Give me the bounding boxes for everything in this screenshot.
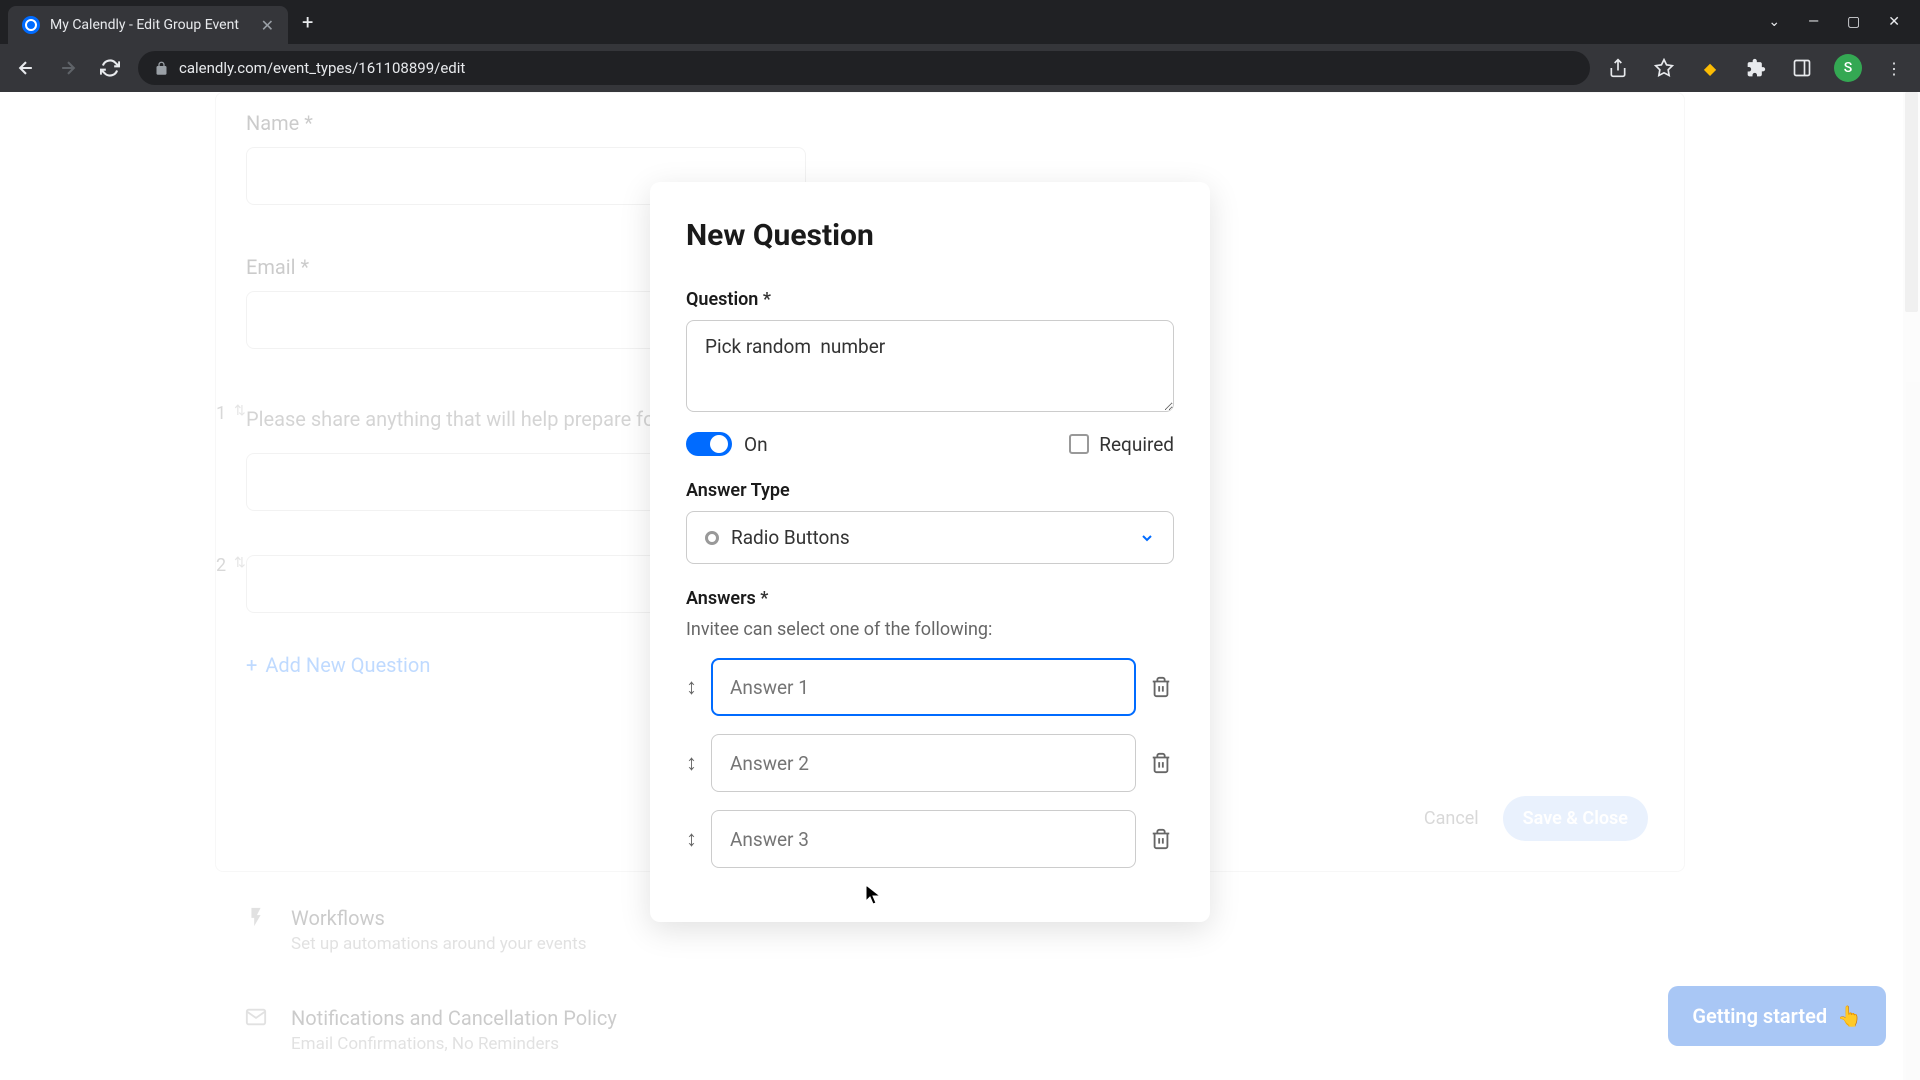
answer-input-1[interactable] — [711, 658, 1136, 716]
profile-avatar[interactable]: S — [1834, 54, 1862, 82]
browser-nav-bar: calendly.com/event_types/161108899/edit … — [0, 44, 1920, 92]
question-textarea[interactable] — [686, 320, 1174, 412]
answer-type-value: Radio Buttons — [731, 526, 1127, 549]
toggle-row: On Required — [686, 432, 1174, 456]
pointer-icon: 👆 — [1837, 1004, 1862, 1028]
answer-type-label: Answer Type — [686, 480, 1174, 501]
answer-input-3[interactable] — [711, 810, 1136, 868]
answers-helper-text: Invitee can select one of the following: — [686, 619, 1174, 640]
calendly-favicon — [22, 16, 40, 34]
modal-title: New Question — [686, 218, 1174, 253]
drag-handle-icon[interactable]: ↕ — [686, 674, 697, 700]
answers-label: Answers * — [686, 588, 1174, 609]
chevron-down-icon — [1139, 530, 1155, 546]
answer-input-2[interactable] — [711, 734, 1136, 792]
share-icon[interactable] — [1604, 54, 1632, 82]
drag-handle-icon[interactable]: ↕ — [686, 750, 697, 776]
url-text: calendly.com/event_types/161108899/edit — [179, 59, 465, 77]
maximize-icon[interactable]: ▢ — [1847, 14, 1860, 30]
page-content: Name * Email * 1 ⇅ Please share anything… — [0, 92, 1920, 1080]
drag-handle-icon[interactable]: ↕ — [686, 826, 697, 852]
url-bar[interactable]: calendly.com/event_types/161108899/edit — [138, 51, 1590, 85]
minimize-icon[interactable]: — — [1808, 14, 1819, 30]
delete-answer-icon[interactable] — [1150, 676, 1174, 698]
close-window-icon[interactable]: ✕ — [1888, 14, 1900, 30]
tab-title: My Calendly - Edit Group Event — [50, 17, 251, 33]
new-tab-button[interactable]: + — [302, 10, 313, 34]
browser-tab-strip: My Calendly - Edit Group Event ✕ + ⌄ — ▢… — [0, 0, 1920, 44]
forward-button[interactable] — [54, 54, 82, 82]
answer-row-1: ↕ — [686, 658, 1174, 716]
back-button[interactable] — [12, 54, 40, 82]
browser-tab[interactable]: My Calendly - Edit Group Event ✕ — [8, 6, 288, 44]
bookmark-icon[interactable] — [1650, 54, 1678, 82]
answer-row-3: ↕ — [686, 810, 1174, 868]
tab-close-icon[interactable]: ✕ — [261, 16, 274, 35]
radio-icon — [705, 531, 719, 545]
answer-row-2: ↕ — [686, 734, 1174, 792]
nav-right-icons: ◆ S ⋮ — [1604, 54, 1908, 82]
reload-button[interactable] — [96, 54, 124, 82]
delete-answer-icon[interactable] — [1150, 828, 1174, 850]
window-controls: ⌄ — ▢ ✕ — [1768, 14, 1912, 30]
side-panel-icon[interactable] — [1788, 54, 1816, 82]
lock-icon — [154, 61, 169, 76]
delete-answer-icon[interactable] — [1150, 752, 1174, 774]
menu-icon[interactable]: ⋮ — [1880, 54, 1908, 82]
question-field-label: Question * — [686, 289, 1174, 310]
required-checkbox-group[interactable]: Required — [1069, 433, 1174, 456]
on-toggle-label: On — [744, 433, 768, 456]
required-label: Required — [1099, 433, 1174, 456]
on-toggle[interactable] — [686, 432, 732, 456]
answer-type-select[interactable]: Radio Buttons — [686, 511, 1174, 564]
new-question-modal: New Question Question * On Required Answ… — [650, 182, 1210, 922]
tab-dropdown-icon[interactable]: ⌄ — [1768, 14, 1780, 30]
required-checkbox[interactable] — [1069, 434, 1089, 454]
extensions-icon[interactable] — [1742, 54, 1770, 82]
getting-started-button[interactable]: Getting started 👆 — [1668, 986, 1886, 1046]
extension-notify-icon[interactable]: ◆ — [1696, 54, 1724, 82]
